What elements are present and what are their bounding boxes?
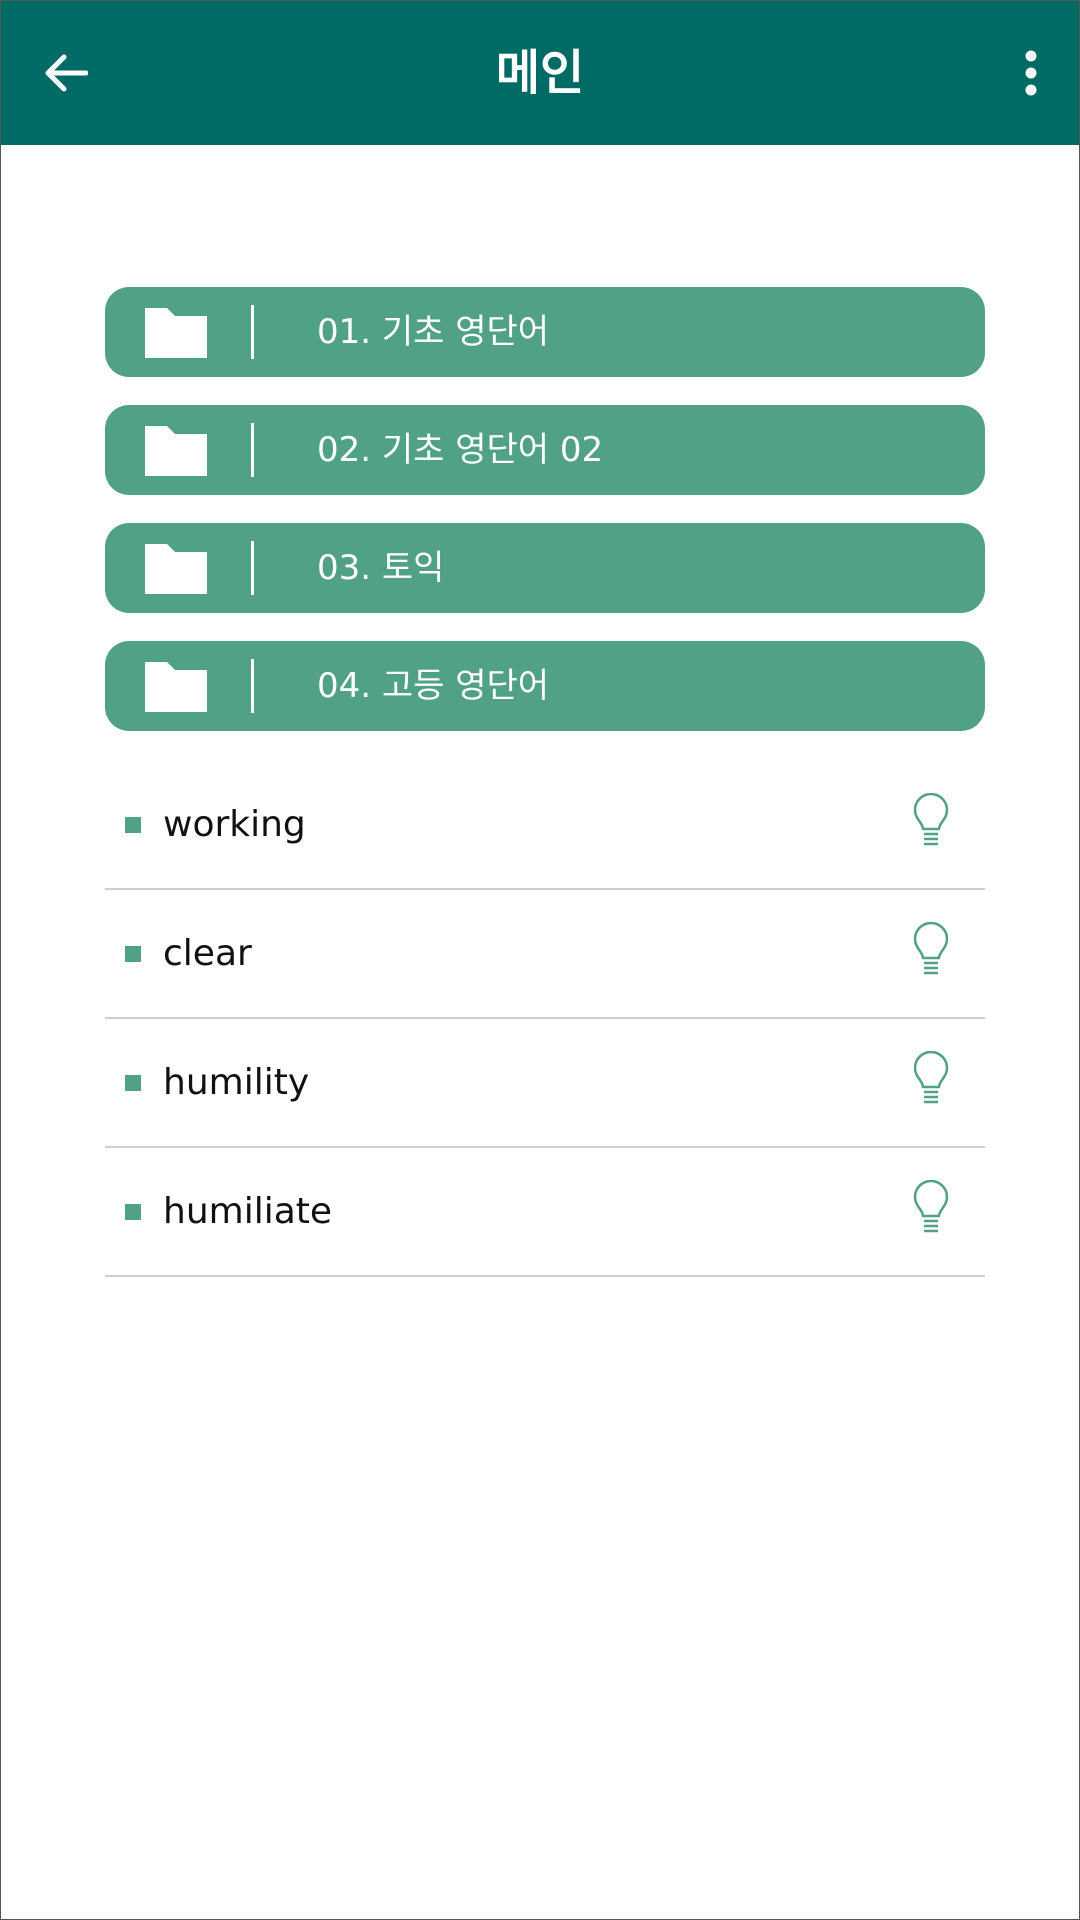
word-text: humility	[163, 1062, 310, 1103]
word-list-item[interactable]: humility	[105, 1019, 985, 1148]
word-list-item[interactable]: clear	[105, 890, 985, 1019]
folder-item[interactable]: 02. 기초 영단어 02	[105, 405, 985, 495]
bullet-marker	[125, 817, 141, 833]
folder-label: 01. 기초 영단어	[317, 312, 550, 352]
folder-icon	[145, 308, 207, 358]
bullet-marker	[125, 1075, 141, 1091]
folder-divider	[251, 305, 254, 359]
folder-divider	[251, 541, 254, 595]
main-screen: 메인 01. 기초 영단어 02. 기초 영단어 02 03. 토익 04. 고…	[0, 0, 1080, 1920]
lightbulb-icon[interactable]	[911, 922, 951, 980]
folder-icon	[145, 544, 207, 594]
word-list: working clear humility humiliate	[105, 761, 985, 1277]
folder-label: 03. 토익	[317, 548, 445, 588]
more-vertical-icon	[1025, 50, 1037, 96]
lightbulb-icon[interactable]	[911, 1180, 951, 1238]
bullet-marker	[125, 1204, 141, 1220]
word-text: clear	[163, 933, 252, 974]
folder-item[interactable]: 01. 기초 영단어	[105, 287, 985, 377]
folder-icon	[145, 426, 207, 476]
folder-divider	[251, 423, 254, 477]
folder-item[interactable]: 03. 토익	[105, 523, 985, 613]
folder-item[interactable]: 04. 고등 영단어	[105, 641, 985, 731]
word-text: humiliate	[163, 1191, 333, 1232]
more-options-button[interactable]	[1003, 45, 1059, 101]
page-title: 메인	[495, 45, 585, 101]
folder-list: 01. 기초 영단어 02. 기초 영단어 02 03. 토익 04. 고등 영…	[105, 287, 985, 759]
bullet-marker	[125, 946, 141, 962]
lightbulb-icon[interactable]	[911, 793, 951, 851]
folder-label: 02. 기초 영단어 02	[317, 430, 604, 470]
lightbulb-icon[interactable]	[911, 1051, 951, 1109]
folder-label: 04. 고등 영단어	[317, 666, 550, 706]
word-list-item[interactable]: humiliate	[105, 1148, 985, 1277]
folder-divider	[251, 659, 254, 713]
word-list-item[interactable]: working	[105, 761, 985, 890]
word-text: working	[163, 804, 306, 845]
folder-icon	[145, 662, 207, 712]
app-bar: 메인	[1, 1, 1079, 145]
